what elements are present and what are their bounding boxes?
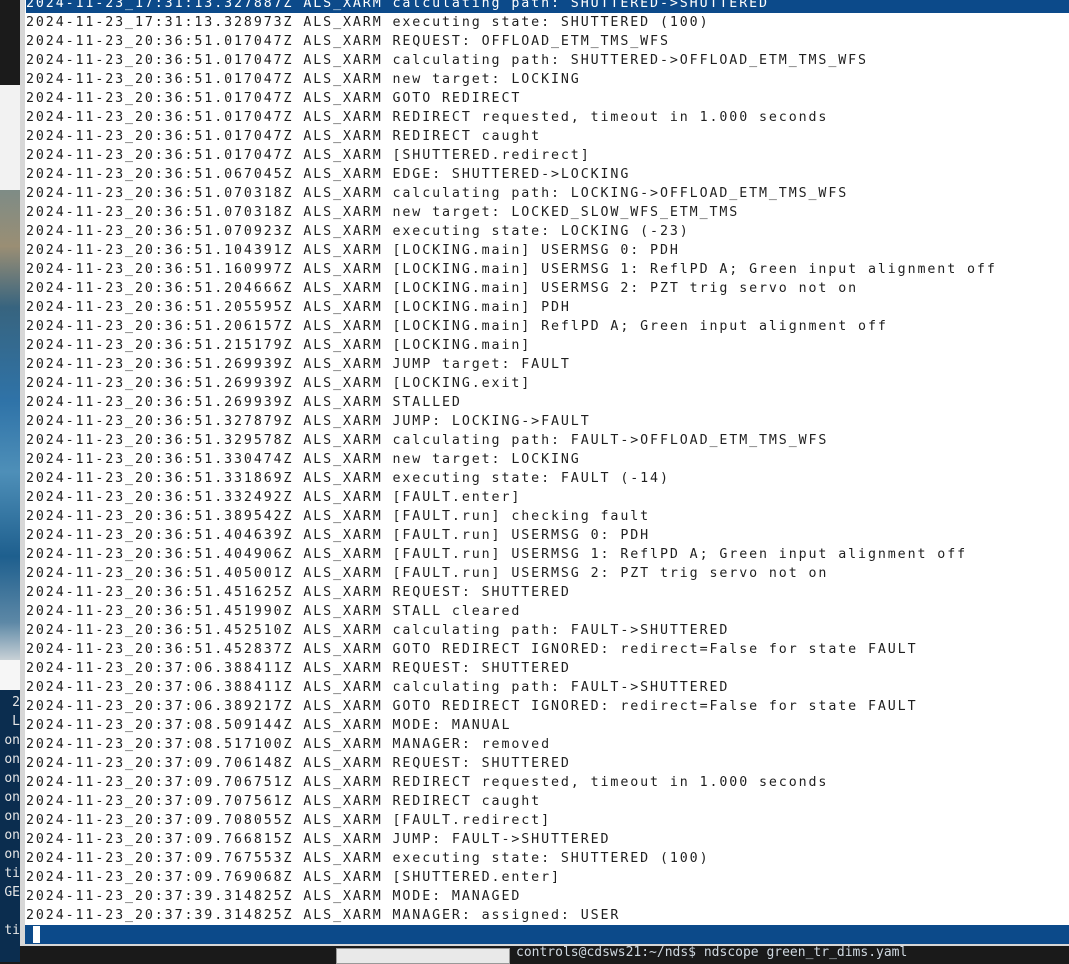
log-line[interactable]: 2024-11-23_20:36:51.389542Z ALS_XARM [FA… bbox=[26, 507, 1069, 526]
log-line[interactable]: 2024-11-23_20:36:51.017047Z ALS_XARM new… bbox=[26, 70, 1069, 89]
log-line[interactable]: 2024-11-23_20:37:09.706751Z ALS_XARM RED… bbox=[26, 773, 1069, 792]
log-line[interactable]: 2024-11-23_20:36:51.451625Z ALS_XARM REQ… bbox=[26, 583, 1069, 602]
background-image-caption bbox=[0, 660, 20, 690]
log-line[interactable]: 2024-11-23_20:37:08.517100Z ALS_XARM MAN… bbox=[26, 735, 1069, 754]
window-border bbox=[25, 944, 1069, 946]
log-line[interactable]: 2024-11-23_20:36:51.017047Z ALS_XARM GOT… bbox=[26, 89, 1069, 108]
log-line[interactable]: 2024-11-23_20:36:51.204666Z ALS_XARM [LO… bbox=[26, 279, 1069, 298]
log-line[interactable]: 2024-11-23_20:37:09.707561Z ALS_XARM RED… bbox=[26, 792, 1069, 811]
log-line[interactable]: 2024-11-23_20:36:51.327879Z ALS_XARM JUM… bbox=[26, 412, 1069, 431]
log-line[interactable]: 2024-11-23_20:36:51.329578Z ALS_XARM cal… bbox=[26, 431, 1069, 450]
log-lines: 2024-11-23_17:31:13.327887Z ALS_XARM cal… bbox=[26, 0, 1069, 925]
background-window-edge bbox=[0, 0, 20, 85]
log-line[interactable]: 2024-11-23_20:37:09.767553Z ALS_XARM exe… bbox=[26, 849, 1069, 868]
log-line[interactable]: 2024-11-23_20:36:51.330474Z ALS_XARM new… bbox=[26, 450, 1069, 469]
log-line[interactable]: 2024-11-23_20:36:51.070318Z ALS_XARM cal… bbox=[26, 184, 1069, 203]
log-line[interactable]: 2024-11-23_20:36:51.206157Z ALS_XARM [LO… bbox=[26, 317, 1069, 336]
log-line[interactable]: 2024-11-23_20:36:51.269939Z ALS_XARM [LO… bbox=[26, 374, 1069, 393]
log-line[interactable]: 2024-11-23_20:36:51.070318Z ALS_XARM new… bbox=[26, 203, 1069, 222]
background-terminal-line: 2 bbox=[12, 695, 20, 710]
log-line[interactable]: 2024-11-23_20:36:51.269939Z ALS_XARM STA… bbox=[26, 393, 1069, 412]
log-line[interactable]: 2024-11-23_20:36:51.017047Z ALS_XARM RED… bbox=[26, 108, 1069, 127]
background-image-window bbox=[0, 190, 20, 660]
log-line-selected[interactable]: 2024-11-23_17:31:13.327887Z ALS_XARM cal… bbox=[26, 0, 1069, 13]
log-line[interactable]: 2024-11-23_20:37:09.708055Z ALS_XARM [FA… bbox=[26, 811, 1069, 830]
log-line[interactable]: 2024-11-23_20:36:51.331869Z ALS_XARM exe… bbox=[26, 469, 1069, 488]
log-line[interactable]: 2024-11-23_20:37:39.314825Z ALS_XARM MOD… bbox=[26, 887, 1069, 906]
background-terminal-line: on bbox=[4, 771, 20, 786]
log-line[interactable]: 2024-11-23_20:36:51.104391Z ALS_XARM [LO… bbox=[26, 241, 1069, 260]
log-line[interactable]: 2024-11-23_20:36:51.269939Z ALS_XARM JUM… bbox=[26, 355, 1069, 374]
log-line[interactable]: 2024-11-23_20:37:09.769068Z ALS_XARM [SH… bbox=[26, 868, 1069, 887]
log-line[interactable]: 2024-11-23_20:37:08.509144Z ALS_XARM MOD… bbox=[26, 716, 1069, 735]
log-line[interactable]: 2024-11-23_20:37:06.388411Z ALS_XARM cal… bbox=[26, 678, 1069, 697]
background-terminal-line: ti bbox=[4, 866, 20, 881]
log-line[interactable]: 2024-11-23_20:37:06.388411Z ALS_XARM REQ… bbox=[26, 659, 1069, 678]
background-terminal-line: on bbox=[4, 733, 20, 748]
background-terminal-line: GE bbox=[4, 885, 20, 900]
background-terminal-line: on bbox=[4, 752, 20, 767]
log-line[interactable]: 2024-11-23_20:37:39.314825Z ALS_XARM MAN… bbox=[26, 906, 1069, 925]
log-line[interactable]: 2024-11-23_20:36:51.404639Z ALS_XARM [FA… bbox=[26, 526, 1069, 545]
log-line[interactable]: 2024-11-23_17:31:13.328973Z ALS_XARM exe… bbox=[26, 13, 1069, 32]
log-line[interactable]: 2024-11-23_20:36:51.070923Z ALS_XARM exe… bbox=[26, 222, 1069, 241]
command-input-bar[interactable] bbox=[25, 925, 1069, 944]
background-terminal-line: on bbox=[4, 847, 20, 862]
background-terminal-line: ti bbox=[4, 923, 20, 938]
log-line[interactable]: 2024-11-23_20:36:51.017047Z ALS_XARM [SH… bbox=[26, 146, 1069, 165]
log-line[interactable]: 2024-11-23_20:37:09.766815Z ALS_XARM JUM… bbox=[26, 830, 1069, 849]
log-line[interactable]: 2024-11-23_20:36:51.017047Z ALS_XARM RED… bbox=[26, 127, 1069, 146]
log-line[interactable]: 2024-11-23_20:36:51.017047Z ALS_XARM cal… bbox=[26, 51, 1069, 70]
log-line[interactable]: 2024-11-23_20:36:51.404906Z ALS_XARM [FA… bbox=[26, 545, 1069, 564]
background-terminal-line: on bbox=[4, 790, 20, 805]
log-line[interactable]: 2024-11-23_20:37:06.389217Z ALS_XARM GOT… bbox=[26, 697, 1069, 716]
log-line[interactable]: 2024-11-23_20:36:51.215179Z ALS_XARM [LO… bbox=[26, 336, 1069, 355]
log-line[interactable]: 2024-11-23_20:36:51.452837Z ALS_XARM GOT… bbox=[26, 640, 1069, 659]
log-line[interactable]: 2024-11-23_20:37:09.706148Z ALS_XARM REQ… bbox=[26, 754, 1069, 773]
log-line[interactable]: 2024-11-23_20:36:51.017047Z ALS_XARM REQ… bbox=[26, 32, 1069, 51]
log-line[interactable]: 2024-11-23_20:36:51.452510Z ALS_XARM cal… bbox=[26, 621, 1069, 640]
background-terminal-line: on bbox=[4, 828, 20, 843]
background-terminal-line: on bbox=[4, 809, 20, 824]
log-line[interactable]: 2024-11-23_20:36:51.332492Z ALS_XARM [FA… bbox=[26, 488, 1069, 507]
text-cursor bbox=[33, 926, 40, 943]
guardian-log-window[interactable]: 2024-11-23_17:31:13.327887Z ALS_XARM cal… bbox=[20, 0, 1069, 946]
background-terminal-line: L bbox=[12, 714, 20, 729]
log-line[interactable]: 2024-11-23_20:36:51.405001Z ALS_XARM [FA… bbox=[26, 564, 1069, 583]
background-terminal-line bbox=[0, 902, 20, 921]
log-line[interactable]: 2024-11-23_20:36:51.160997Z ALS_XARM [LO… bbox=[26, 260, 1069, 279]
log-line[interactable]: 2024-11-23_20:36:51.451990Z ALS_XARM STA… bbox=[26, 602, 1069, 621]
log-line[interactable]: 2024-11-23_20:36:51.067045Z ALS_XARM EDG… bbox=[26, 165, 1069, 184]
log-line[interactable]: 2024-11-23_20:36:51.205595Z ALS_XARM [LO… bbox=[26, 298, 1069, 317]
